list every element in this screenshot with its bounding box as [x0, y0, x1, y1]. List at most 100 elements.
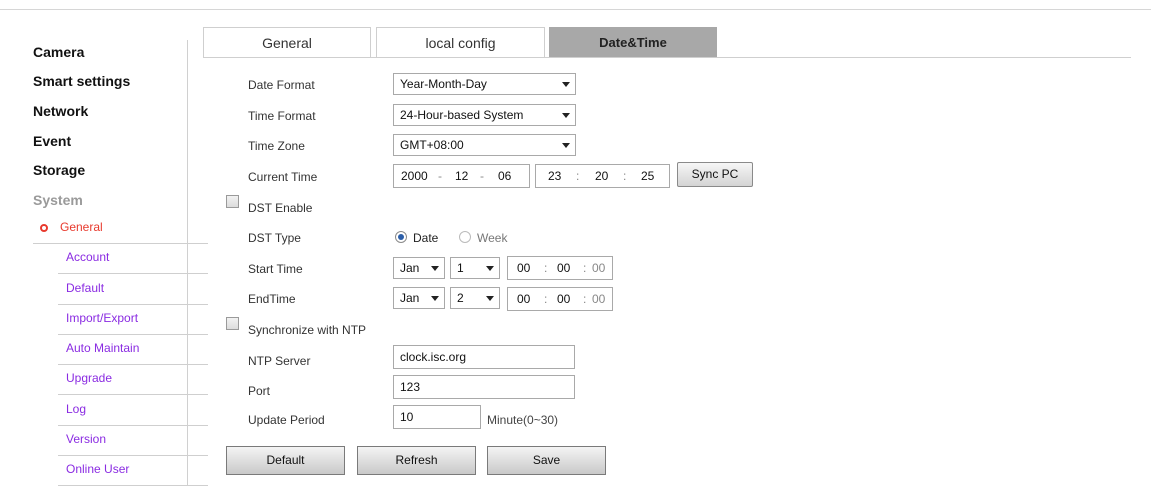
start-hour[interactable]: 00 [517, 257, 530, 279]
current-day[interactable]: 06 [498, 165, 511, 187]
ntp-server-input[interactable]: clock.isc.org [393, 345, 575, 369]
end-day-value: 2 [457, 291, 464, 305]
sidebar-subitem-label: Account [66, 250, 110, 264]
chevron-down-icon [486, 266, 494, 271]
sidebar-subitem-log[interactable]: Log [58, 396, 208, 426]
time-zone-select[interactable]: GMT+08:00 [393, 134, 576, 156]
sidebar-subitem-label: Log [66, 402, 87, 416]
dst-type-date-radio[interactable] [395, 231, 407, 243]
chevron-down-icon [431, 266, 439, 271]
ntp-sync-label: Synchronize with NTP [248, 323, 367, 337]
sidebar-subitem-label: Version [66, 432, 107, 446]
start-day-value: 1 [457, 261, 464, 275]
current-date-field[interactable]: 2000 - 12 - 06 [393, 164, 530, 188]
sidebar-subitem-general[interactable]: General [33, 214, 208, 244]
sidebar-subitem-account[interactable]: Account [58, 244, 208, 274]
sidebar-item-system[interactable]: System [33, 192, 83, 208]
refresh-button[interactable]: Refresh [357, 446, 476, 475]
sidebar-subitem-online-user[interactable]: Online User [58, 456, 208, 486]
time-separator: : [544, 261, 548, 275]
start-minute[interactable]: 00 [557, 257, 570, 279]
dst-type-week-radio[interactable] [459, 231, 471, 243]
top-rule [0, 9, 1151, 10]
time-zone-value: GMT+08:00 [400, 138, 464, 152]
dst-enable-label: DST Enable [248, 201, 313, 215]
sidebar-item-storage[interactable]: Storage [33, 162, 85, 178]
current-hour[interactable]: 23 [548, 165, 561, 187]
current-year[interactable]: 2000 [401, 165, 428, 187]
chevron-down-icon [562, 143, 570, 148]
sidebar-item-network[interactable]: Network [33, 103, 88, 119]
current-time-field[interactable]: 23 : 20 : 25 [535, 164, 670, 188]
time-separator: : [576, 169, 580, 183]
start-second[interactable]: 00 [592, 257, 605, 279]
tab-local-config[interactable]: local config [376, 27, 545, 57]
dst-type-date-label: Date [413, 231, 439, 245]
date-format-value: Year-Month-Day [400, 77, 487, 91]
sidebar-subitem-label: General [60, 220, 103, 234]
sidebar-subitem-label: Online User [66, 462, 130, 476]
time-separator: : [583, 292, 587, 306]
update-period-unit: Minute(0~30) [487, 413, 559, 427]
ntp-server-label: NTP Server [248, 354, 311, 368]
sync-pc-button[interactable]: Sync PC [677, 162, 753, 187]
active-bullet-icon [40, 224, 48, 232]
save-button[interactable]: Save [487, 446, 606, 475]
time-format-label: Time Format [248, 109, 316, 123]
start-time-field[interactable]: 00 : 00 : 00 [507, 256, 613, 280]
chevron-down-icon [562, 113, 570, 118]
sidebar-subitem-label: Import/Export [66, 311, 139, 325]
start-time-label: Start Time [248, 262, 303, 276]
time-format-value: 24-Hour-based System [400, 108, 524, 122]
date-separator: - [480, 169, 484, 183]
dst-type-week-label: Week [477, 231, 508, 245]
update-period-label: Update Period [248, 413, 325, 427]
end-hour[interactable]: 00 [517, 288, 530, 310]
chevron-down-icon [431, 296, 439, 301]
start-month-select[interactable]: Jan [393, 257, 445, 279]
date-separator: - [438, 169, 442, 183]
dst-enable-checkbox[interactable] [226, 195, 239, 208]
end-time-label: EndTime [248, 292, 296, 306]
current-month[interactable]: 12 [455, 165, 468, 187]
ntp-sync-checkbox[interactable] [226, 317, 239, 330]
start-day-select[interactable]: 1 [450, 257, 500, 279]
chevron-down-icon [486, 296, 494, 301]
current-minute[interactable]: 20 [595, 165, 608, 187]
end-time-field[interactable]: 00 : 00 : 00 [507, 287, 613, 311]
sidebar-divider [187, 40, 188, 485]
time-separator: : [623, 169, 627, 183]
sidebar-subitem-auto-maintain[interactable]: Auto Maintain [58, 335, 208, 365]
sidebar-subitem-import-export[interactable]: Import/Export [58, 305, 208, 335]
sidebar-item-smart-settings[interactable]: Smart settings [33, 73, 130, 89]
sidebar-subitem-version[interactable]: Version [58, 426, 208, 456]
end-second[interactable]: 00 [592, 288, 605, 310]
port-input[interactable]: 123 [393, 375, 575, 399]
time-format-select[interactable]: 24-Hour-based System [393, 104, 576, 126]
end-month-value: Jan [400, 291, 420, 305]
date-format-label: Date Format [248, 78, 315, 92]
date-format-select[interactable]: Year-Month-Day [393, 73, 576, 95]
sidebar-subitem-label: Default [66, 281, 105, 295]
end-month-select[interactable]: Jan [393, 287, 445, 309]
current-second[interactable]: 25 [641, 165, 654, 187]
time-separator: : [544, 292, 548, 306]
tab-general[interactable]: General [203, 27, 371, 57]
sidebar-item-camera[interactable]: Camera [33, 44, 84, 60]
default-button[interactable]: Default [226, 446, 345, 475]
port-label: Port [248, 384, 271, 398]
sidebar-subitem-default[interactable]: Default [58, 275, 208, 305]
sidebar-subitem-upgrade[interactable]: Upgrade [58, 365, 208, 395]
time-zone-label: Time Zone [248, 139, 305, 153]
dst-type-label: DST Type [248, 231, 301, 245]
start-month-value: Jan [400, 261, 420, 275]
end-day-select[interactable]: 2 [450, 287, 500, 309]
sidebar-item-event[interactable]: Event [33, 133, 71, 149]
time-separator: : [583, 261, 587, 275]
update-period-input[interactable]: 10 [393, 405, 481, 429]
end-minute[interactable]: 00 [557, 288, 570, 310]
tab-underline [203, 57, 1131, 58]
sidebar-subitem-label: Auto Maintain [66, 341, 140, 355]
tab-date-time[interactable]: Date&Time [549, 27, 717, 57]
chevron-down-icon [562, 82, 570, 87]
